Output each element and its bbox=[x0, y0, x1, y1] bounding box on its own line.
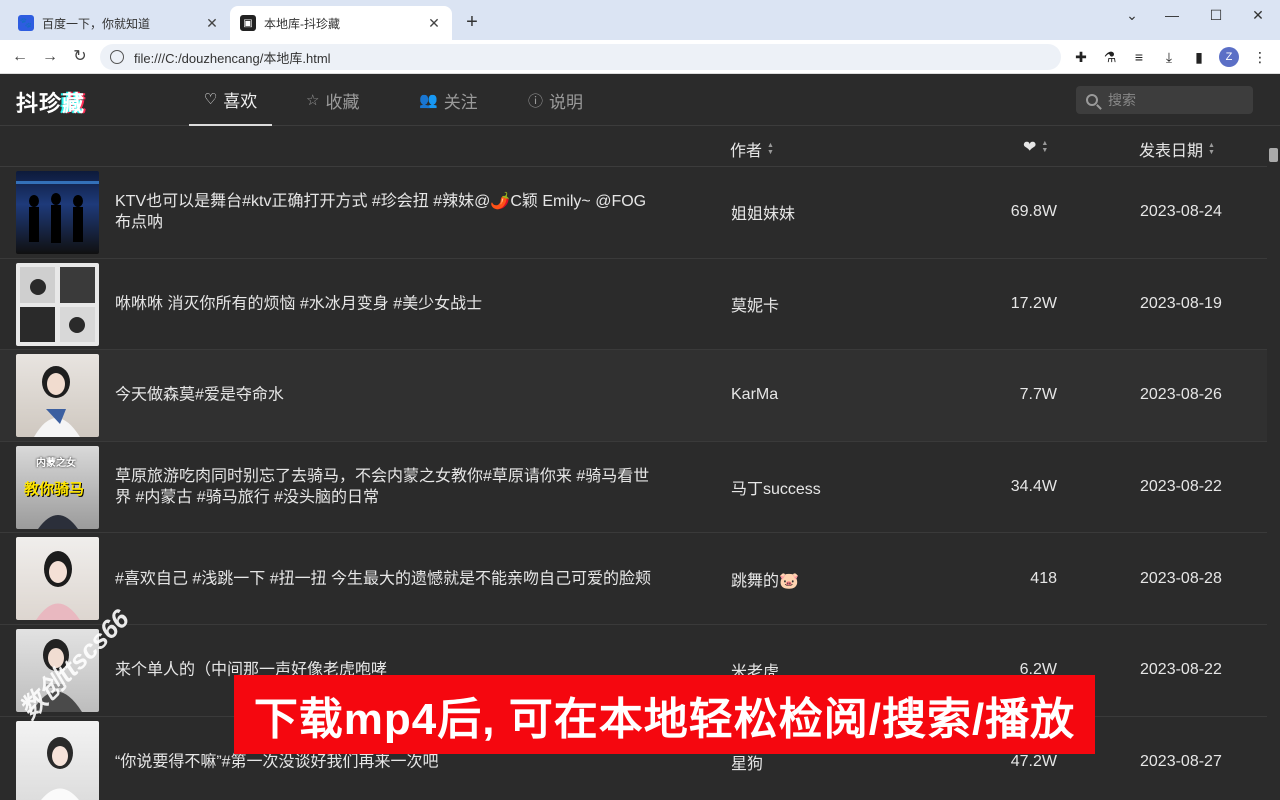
tab-title: 百度一下，你就知道 bbox=[42, 16, 151, 31]
heart-filled-icon: ❤ bbox=[1023, 139, 1037, 156]
video-thumbnail[interactable] bbox=[16, 537, 99, 621]
flask-icon[interactable]: ⚗ bbox=[1098, 45, 1122, 69]
tab-help[interactable]: ⓘ 说明 bbox=[528, 74, 583, 126]
table-row[interactable]: 咻咻咻 消灭你所有的烦恼 #水冰月变身 #美少女战士 莫妮卡 17.2W 202… bbox=[0, 259, 1267, 351]
video-thumbnail[interactable] bbox=[16, 171, 99, 254]
heart-icon: ♡ bbox=[203, 91, 218, 108]
minimize-button[interactable]: — bbox=[1150, 0, 1194, 30]
publish-date: 2023-08-26 bbox=[1140, 386, 1222, 404]
search-input[interactable] bbox=[1108, 92, 1238, 108]
browser-toolbar: ← → ↻ file:///C:/douzhencang/本地库.html ✚ … bbox=[0, 40, 1280, 74]
table-row[interactable]: 内蒙之女 教你骑马 草原旅游吃肉同时别忘了去骑马，不会内蒙之女教你#草原请你来 … bbox=[0, 442, 1267, 534]
scrollbar-thumb[interactable] bbox=[1269, 148, 1278, 162]
url-text: file:///C:/douzhencang/本地库.html bbox=[134, 50, 331, 66]
tab-search-icon[interactable]: ⌄ bbox=[1110, 0, 1154, 30]
users-icon: 👥 bbox=[419, 92, 438, 109]
publish-date: 2023-08-22 bbox=[1140, 661, 1222, 679]
promo-banner: 下载mp4后, 可在本地轻松检阅/搜索/播放 bbox=[234, 675, 1095, 754]
address-bar[interactable]: file:///C:/douzhencang/本地库.html bbox=[100, 44, 1061, 70]
publish-date: 2023-08-28 bbox=[1140, 569, 1222, 587]
likes-column-header[interactable]: ❤ ▲ ▼ bbox=[1023, 137, 1048, 157]
app-logo: 抖珍藏 bbox=[16, 91, 86, 116]
like-count: 47.2W bbox=[1010, 752, 1057, 770]
profile-avatar[interactable]: Z bbox=[1219, 47, 1239, 67]
video-author[interactable]: 跳舞的🐷 bbox=[731, 567, 799, 591]
menu-icon[interactable]: ⋮ bbox=[1248, 45, 1272, 69]
author-column-header[interactable]: 作者 ▲ ▼ bbox=[730, 137, 774, 161]
sort-icon[interactable]: ▲ ▼ bbox=[767, 142, 774, 156]
video-author[interactable]: 莫妮卡 bbox=[731, 292, 779, 316]
table-row[interactable]: 今天做森莫#爱是夺命水 KarMa 7.7W 2023-08-26 bbox=[0, 350, 1267, 442]
forward-button[interactable]: → bbox=[38, 45, 62, 69]
search-box[interactable] bbox=[1076, 86, 1253, 114]
table-row[interactable]: #喜欢自己 #浅跳一下 #扭一扭 今生最大的遗憾就是不能亲吻自己可爱的脸颊 跳舞… bbox=[0, 533, 1267, 625]
baidu-favicon-icon: 🐾 bbox=[18, 15, 34, 31]
close-tab-icon[interactable]: ✕ bbox=[204, 15, 220, 32]
video-thumbnail[interactable] bbox=[16, 354, 99, 438]
sort-icon[interactable]: ▲ ▼ bbox=[1041, 140, 1048, 154]
tab-favorites[interactable]: ☆ 收藏 bbox=[306, 74, 359, 126]
publish-date: 2023-08-22 bbox=[1140, 478, 1222, 496]
video-author[interactable]: 姐姐妹妹 bbox=[731, 200, 795, 224]
like-count: 7.7W bbox=[1019, 386, 1057, 404]
extensions-icon[interactable]: ✚ bbox=[1069, 45, 1093, 69]
video-description: 草原旅游吃肉同时别忘了去骑马，不会内蒙之女教你#草原请你来 #骑马看世界 #内蒙… bbox=[115, 468, 650, 507]
video-description: “你说要得不嘛”#第一次没谈好我们再来一次吧 bbox=[115, 753, 439, 771]
tab-following[interactable]: 👥 关注 bbox=[419, 74, 478, 126]
tab-douzhencang[interactable]: ▣ 本地库-抖珍藏 ✕ bbox=[230, 6, 452, 40]
reload-button[interactable]: ↻ bbox=[68, 45, 92, 69]
video-thumbnail[interactable]: 内蒙之女 教你骑马 bbox=[16, 445, 99, 529]
like-count: 34.4W bbox=[1010, 478, 1057, 496]
like-count: 69.8W bbox=[1010, 203, 1057, 221]
like-count: 418 bbox=[1030, 569, 1057, 587]
like-count: 17.2W bbox=[1010, 294, 1057, 312]
maximize-button[interactable]: ☐ bbox=[1194, 0, 1238, 30]
video-description: #喜欢自己 #浅跳一下 #扭一扭 今生最大的遗憾就是不能亲吻自己可爱的脸颊 bbox=[115, 570, 652, 588]
video-description: KTV也可以是舞台#ktv正确打开方式 #珍会扭 #辣妹@🌶️C颖 Emily~… bbox=[115, 193, 647, 232]
new-tab-button[interactable]: + bbox=[460, 10, 484, 34]
close-window-button[interactable]: ✕ bbox=[1236, 0, 1280, 30]
tab-baidu[interactable]: 🐾 百度一下，你就知道 ✕ bbox=[8, 6, 230, 40]
publish-date: 2023-08-24 bbox=[1140, 203, 1222, 221]
tab-title: 本地库-抖珍藏 bbox=[264, 16, 340, 31]
publish-date: 2023-08-27 bbox=[1140, 752, 1222, 770]
tab-likes[interactable]: ♡ 喜欢 bbox=[189, 74, 272, 126]
date-column-header[interactable]: 发表日期 ▲ ▼ bbox=[1139, 137, 1215, 161]
star-icon: ☆ bbox=[306, 92, 320, 109]
video-description: 咻咻咻 消灭你所有的烦恼 #水冰月变身 #美少女战士 bbox=[115, 295, 483, 313]
video-thumbnail[interactable] bbox=[16, 262, 99, 346]
table-header: 作者 ▲ ▼ ❤ ▲ ▼ 发表日期 ▲ ▼ bbox=[0, 126, 1267, 167]
scrollbar[interactable] bbox=[1267, 126, 1280, 800]
side-panel-icon[interactable]: ▮ bbox=[1187, 45, 1211, 69]
app-header: 抖珍藏 ♡ 喜欢 ☆ 收藏 👥 关注 ⓘ 说明 bbox=[0, 74, 1280, 126]
video-author[interactable]: 马丁success bbox=[731, 475, 821, 499]
reading-list-icon[interactable]: ≡ bbox=[1127, 45, 1151, 69]
browser-tabstrip: 🐾 百度一下，你就知道 ✕ ▣ 本地库-抖珍藏 ✕ + ⌄ — ☐ ✕ bbox=[0, 0, 1280, 40]
back-button[interactable]: ← bbox=[8, 45, 32, 69]
close-tab-icon[interactable]: ✕ bbox=[426, 15, 442, 32]
publish-date: 2023-08-19 bbox=[1140, 294, 1222, 312]
globe-icon bbox=[110, 50, 124, 64]
video-thumbnail[interactable] bbox=[16, 720, 99, 800]
app-favicon-icon: ▣ bbox=[240, 15, 256, 31]
video-description: 今天做森莫#爱是夺命水 bbox=[115, 386, 284, 404]
table-row[interactable]: KTV也可以是舞台#ktv正确打开方式 #珍会扭 #辣妹@🌶️C颖 Emily~… bbox=[0, 167, 1267, 259]
download-icon[interactable]: ⤓ bbox=[1157, 45, 1181, 69]
search-icon bbox=[1086, 94, 1098, 106]
video-author[interactable]: KarMa bbox=[731, 386, 778, 404]
sort-icon[interactable]: ▲ ▼ bbox=[1208, 142, 1215, 156]
info-icon: ⓘ bbox=[528, 92, 544, 110]
